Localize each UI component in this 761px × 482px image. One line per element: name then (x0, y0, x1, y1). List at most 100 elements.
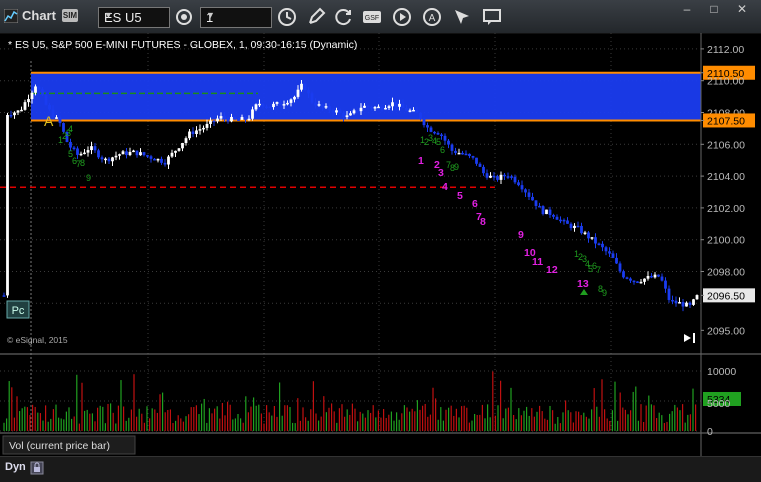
candle-body (541, 206, 545, 215)
chevron-down-icon[interactable]: ▼ (104, 10, 164, 20)
candle-body (254, 104, 258, 110)
candle-body (188, 131, 191, 139)
title-bar: Chart SIM ES U5 ▼ 1 ▼ GSF A – □ ✕ (0, 0, 761, 34)
candle-body (174, 150, 177, 153)
candle-body (618, 263, 622, 272)
range-band (0, 71, 701, 188)
green-setup-count: 9 (86, 173, 91, 183)
candle-body (191, 131, 195, 135)
candle-body (114, 155, 118, 158)
candle-body (510, 176, 513, 178)
magenta-countdown-label: 9 (518, 229, 524, 241)
candle-body (279, 102, 282, 105)
interval-input[interactable]: 1 ▼ (200, 7, 272, 28)
magenta-countdown-label: 4 (442, 181, 448, 193)
candle-body (643, 278, 646, 282)
lock-icon[interactable] (30, 461, 44, 475)
candle-body (219, 116, 223, 119)
candle-body (531, 196, 534, 201)
clock-icon[interactable] (277, 7, 297, 27)
candle-body (492, 175, 496, 178)
candle-body (282, 104, 286, 106)
dyn-label[interactable]: Dyn (5, 461, 26, 473)
candle-body (415, 109, 419, 113)
candle-body (478, 163, 482, 167)
candle-body (100, 157, 104, 160)
magenta-countdown-label: 6 (472, 198, 478, 210)
candle-body (398, 103, 401, 107)
chart-header: * ES U5, S&P 500 E-MINI FUTURES - GLOBEX… (8, 39, 357, 51)
candle-body (377, 106, 380, 109)
candle-body (597, 243, 601, 246)
candle-body (226, 118, 230, 122)
symbol-input[interactable]: ES U5 ▼ (98, 7, 170, 28)
magenta-countdown-label: 13 (577, 278, 589, 290)
candle-body (538, 205, 541, 208)
candle-body (195, 130, 198, 135)
magenta-countdown-label: 1 (418, 155, 424, 167)
close-button[interactable]: ✕ (731, 1, 753, 17)
candle-body (667, 288, 671, 300)
candle-body (139, 152, 142, 156)
candle-body (352, 110, 356, 114)
gsf-icon[interactable]: GSF (362, 7, 382, 27)
play-icon[interactable] (392, 7, 412, 27)
maximize-button[interactable]: □ (703, 1, 725, 17)
candle-body (268, 106, 272, 109)
candle-body (55, 117, 58, 119)
candle-body (118, 154, 121, 156)
price-tick-label: 2100.00 (707, 235, 745, 247)
svg-text:GSF: GSF (365, 15, 379, 22)
refresh-icon[interactable] (334, 7, 354, 27)
candle-body (72, 147, 76, 150)
green-setup-count: 7 (596, 265, 601, 275)
last-price-label: 2096.50 (707, 290, 745, 302)
jump-to-end-icon[interactable] (684, 333, 695, 343)
candle-body (293, 96, 296, 100)
bottom-bar: Dyn (0, 456, 761, 482)
candle-body (296, 89, 300, 97)
cursor-icon[interactable] (452, 7, 472, 27)
candle-body (660, 276, 664, 281)
candle-body (394, 102, 398, 107)
candle-body (685, 302, 688, 307)
candle-body (335, 110, 338, 113)
candle-body (240, 117, 244, 120)
draw-icon[interactable] (306, 7, 326, 27)
candle-body (121, 151, 125, 155)
link-icon[interactable] (174, 7, 194, 27)
candle-body (422, 119, 426, 126)
candle-body (156, 158, 160, 161)
candle-body (79, 153, 83, 156)
alert-icon[interactable]: A (422, 7, 442, 27)
candle-body (545, 209, 548, 215)
candle-body (583, 232, 587, 234)
chevron-down-icon[interactable]: ▼ (206, 10, 266, 20)
candle-body (562, 219, 566, 222)
price-tick-label: 2098.00 (707, 267, 745, 279)
candle-body (6, 114, 9, 296)
candle-body (212, 120, 216, 123)
candle-body (471, 156, 475, 158)
comment-icon[interactable] (482, 7, 502, 27)
chart-area[interactable]: A1234567891234567891234567891 23456789101… (0, 33, 761, 481)
green-setup-count: 8 (80, 158, 85, 168)
candle-body (450, 144, 454, 151)
candle-body (345, 115, 349, 118)
candle-body (300, 83, 303, 90)
candle-body (391, 102, 394, 107)
candle-body (97, 150, 100, 158)
candle-body (303, 83, 307, 91)
candle-body (436, 132, 440, 135)
minimize-button[interactable]: – (676, 1, 698, 17)
price-tick-label: 2112.00 (707, 44, 744, 56)
candle-body (412, 109, 415, 112)
candle-body (167, 156, 170, 165)
magenta-countdown-label: 5 (457, 190, 463, 202)
candle-body (104, 158, 107, 161)
candle-body (314, 102, 317, 106)
candle-body (440, 134, 443, 137)
candle-body (373, 107, 377, 109)
candle-body (44, 94, 48, 105)
price-tick-label: 2110.00 (707, 76, 744, 88)
